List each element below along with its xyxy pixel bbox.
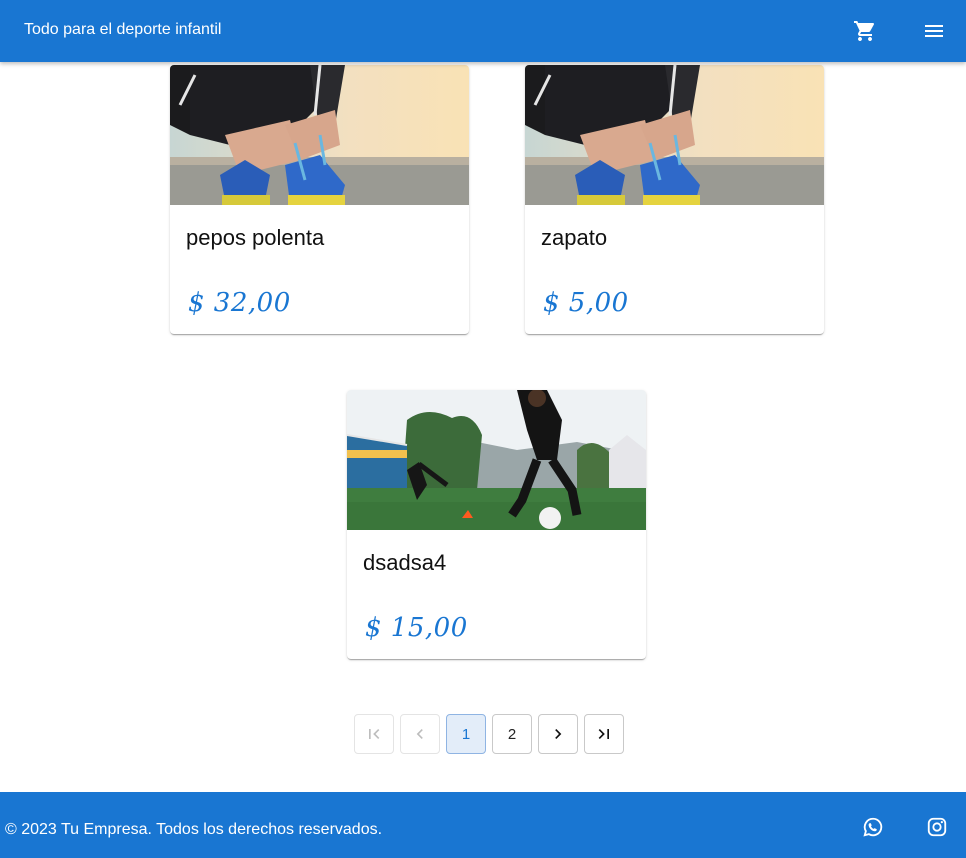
product-image <box>170 65 469 205</box>
first-page-icon <box>369 729 380 739</box>
first-page-button[interactable] <box>354 714 394 754</box>
last-page-icon <box>598 729 609 739</box>
menu-button[interactable] <box>917 14 951 48</box>
page-2-button[interactable]: 2 <box>492 714 532 754</box>
app-bar: Todo para el deporte infantil <box>0 0 966 62</box>
copyright-text: © 2023 Tu Empresa. Todos los derechos re… <box>5 821 383 838</box>
previous-page-button[interactable] <box>400 714 440 754</box>
shopping-cart-icon <box>854 21 875 41</box>
product-name: pepos polenta <box>186 225 325 250</box>
product-price: $ 5,00 <box>543 288 629 318</box>
product-price: $ 15,00 <box>365 613 468 643</box>
product-name: dsadsa4 <box>363 550 447 575</box>
chevron-left-icon <box>416 729 423 739</box>
product-card[interactable]: pepos polenta $ 32,00 <box>170 65 469 334</box>
product-name: zapato <box>541 225 608 250</box>
chevron-right-icon <box>555 729 562 739</box>
instagram-link[interactable] <box>924 814 950 840</box>
instagram-icon <box>927 817 947 837</box>
last-page-button[interactable] <box>584 714 624 754</box>
cart-button[interactable] <box>848 14 882 48</box>
whatsapp-icon <box>863 817 883 837</box>
app-title: Todo para el deporte infantil <box>24 21 222 38</box>
hamburger-menu-icon <box>925 25 943 37</box>
footer: © 2023 Tu Empresa. Todos los derechos re… <box>0 792 966 858</box>
product-price: $ 32,00 <box>188 288 291 318</box>
whatsapp-link[interactable] <box>860 814 886 840</box>
product-image <box>525 65 824 205</box>
product-image <box>347 390 646 530</box>
product-card[interactable]: dsadsa4 $ 15,00 <box>347 390 646 659</box>
page-1-button[interactable]: 1 <box>446 714 486 754</box>
product-card[interactable]: zapato $ 5,00 <box>525 65 824 334</box>
next-page-button[interactable] <box>538 714 578 754</box>
